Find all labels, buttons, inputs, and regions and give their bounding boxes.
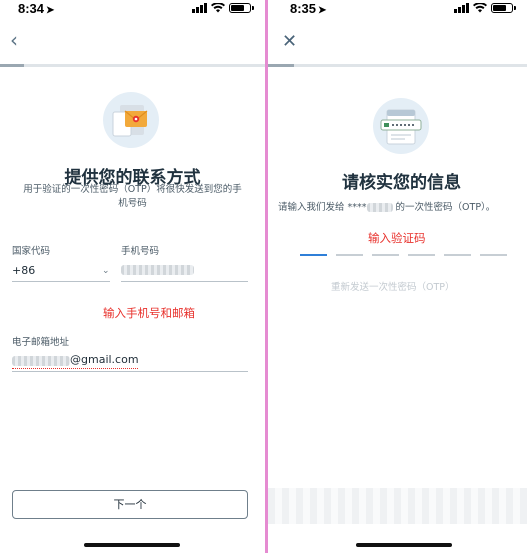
subtitle-prefix: 请输入我们发给 **** bbox=[278, 202, 367, 213]
page-title: 请核实您的信息 bbox=[342, 173, 461, 193]
wifi-icon bbox=[473, 3, 487, 13]
email-domain-text: @gmail.com bbox=[70, 353, 139, 366]
status-time: 8:35 ➤ bbox=[290, 1, 327, 16]
home-indicator bbox=[356, 543, 452, 547]
otp-digit-1[interactable] bbox=[300, 254, 327, 256]
resend-otp-link[interactable]: 重新发送一次性密码（OTP） bbox=[331, 279, 455, 293]
status-time: 8:34 ➤ bbox=[18, 1, 55, 16]
status-icons bbox=[454, 3, 516, 13]
phone-number-underline bbox=[121, 281, 248, 282]
otp-digit-2[interactable] bbox=[336, 254, 363, 256]
country-code-underline bbox=[12, 281, 110, 282]
otp-digit-4[interactable] bbox=[408, 254, 435, 256]
close-icon[interactable]: ✕ bbox=[282, 33, 300, 52]
progress-fill bbox=[268, 64, 294, 67]
screenshot-root: 8:34 ➤ ‹ 提供您的联系方式 用于验证的一次性密码（OTP）将很快发送到您… bbox=[0, 0, 527, 553]
otp-digit-3[interactable] bbox=[372, 254, 399, 256]
progress-bar bbox=[0, 64, 265, 67]
next-button[interactable]: 下一个 bbox=[12, 490, 248, 519]
back-icon[interactable]: ‹ bbox=[10, 30, 28, 50]
phone-number-field[interactable] bbox=[121, 265, 194, 275]
email-label: 电子邮箱地址 bbox=[12, 337, 70, 348]
wifi-icon bbox=[211, 3, 225, 13]
progress-fill bbox=[0, 64, 24, 67]
status-icons bbox=[192, 3, 254, 13]
otp-device-illustration-icon bbox=[373, 98, 429, 154]
location-icon: ➤ bbox=[46, 5, 55, 16]
annotation-enter-phone-email: 输入手机号和邮箱 bbox=[103, 306, 195, 320]
subtitle-suffix: 的一次性密码（OTP）。 bbox=[392, 202, 496, 213]
redacted-phone bbox=[366, 203, 393, 212]
otp-digit-6[interactable] bbox=[480, 254, 507, 256]
otp-input-row bbox=[300, 254, 507, 256]
envelope-illustration-icon bbox=[103, 92, 159, 148]
signal-icon bbox=[192, 3, 207, 13]
page-subtitle: 请输入我们发给 **** 的一次性密码（OTP）。 bbox=[278, 201, 527, 215]
verify-info-screen: 8:35 ➤ ✕ 请核实您的信息 请输入我们发给 **** 的一次性密码（OTP… bbox=[268, 0, 527, 553]
chevron-down-icon[interactable]: ⌄ bbox=[102, 266, 110, 276]
subtitle-line-2: 机号码 bbox=[118, 198, 147, 209]
phone-number-label: 手机号码 bbox=[121, 246, 160, 257]
obscured-footer-area bbox=[268, 488, 527, 524]
annotation-enter-code: 输入验证码 bbox=[368, 231, 426, 245]
subtitle-line-1: 用于验证的一次性密码（OTP）将很快发送到您的手 bbox=[23, 184, 242, 195]
progress-bar bbox=[268, 64, 527, 67]
battery-icon bbox=[229, 3, 254, 13]
page-subtitle: 用于验证的一次性密码（OTP）将很快发送到您的手 机号码 bbox=[6, 183, 259, 211]
country-code-select[interactable]: +86 bbox=[12, 264, 35, 277]
status-bar: 8:34 ➤ bbox=[0, 0, 265, 18]
home-indicator bbox=[84, 543, 180, 547]
signal-icon bbox=[454, 3, 469, 13]
battery-icon bbox=[491, 3, 516, 13]
contact-info-screen: 8:34 ➤ ‹ 提供您的联系方式 用于验证的一次性密码（OTP）将很快发送到您… bbox=[0, 0, 265, 553]
otp-digit-5[interactable] bbox=[444, 254, 471, 256]
email-field-redacted[interactable] bbox=[12, 356, 70, 366]
location-icon: ➤ bbox=[318, 5, 327, 16]
status-bar: 8:35 ➤ bbox=[268, 0, 527, 18]
email-spellcheck-underline bbox=[12, 367, 138, 369]
country-code-label: 国家代码 bbox=[12, 246, 51, 257]
email-underline bbox=[12, 371, 248, 372]
